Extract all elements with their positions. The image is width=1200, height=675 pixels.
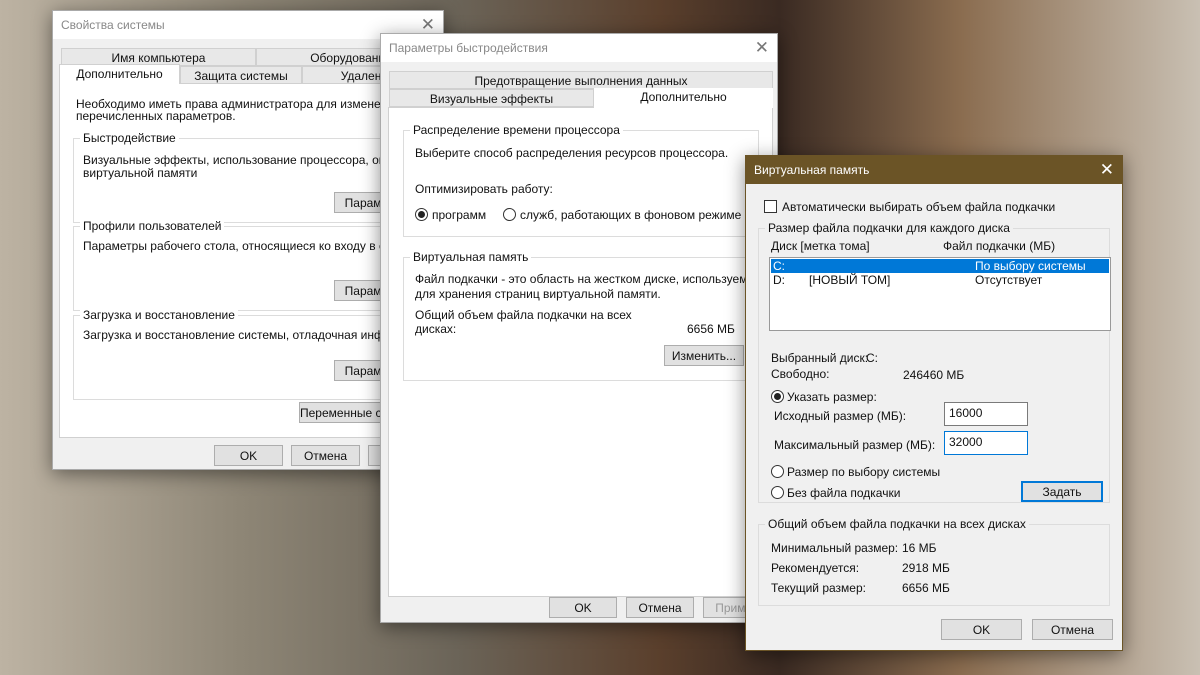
tab-advanced[interactable]: Дополнительно: [59, 64, 180, 84]
cpu-group: Распределение времени процессора Выберит…: [403, 123, 759, 237]
virtual-memory-group: Виртуальная память Файл подкачки - это о…: [403, 250, 773, 381]
max-size-input[interactable]: 32000: [944, 431, 1028, 455]
window-title: Свойства системы: [61, 18, 165, 32]
close-icon[interactable]: ✕: [1100, 160, 1114, 180]
group-text: Параметры рабочего стола, относящиеся ко…: [83, 239, 425, 253]
group-legend: Виртуальная память: [410, 250, 532, 264]
column-pagefile: Файл подкачки (МБ): [943, 239, 1056, 253]
admin-note-2: перечисленных параметров.: [76, 109, 236, 123]
group-legend: Размер файла подкачки для каждого диска: [765, 221, 1013, 235]
drive-letter: C:: [773, 259, 785, 273]
window-title: Виртуальная память: [754, 163, 870, 177]
initial-size-input[interactable]: 16000: [944, 402, 1028, 426]
drive-pagefile: По выбору системы: [975, 259, 1086, 273]
drive-size-group: Размер файла подкачки для каждого диска …: [758, 221, 1111, 503]
vm-total-label: Общий объем файла подкачки на всех: [415, 308, 632, 322]
system-size-label: Размер по выбору системы: [787, 465, 941, 479]
tab-system-protection[interactable]: Защита системы: [180, 66, 302, 84]
close-icon[interactable]: ✕: [755, 38, 769, 58]
cancel-button[interactable]: Отмена: [1032, 619, 1113, 640]
recommended-value: 2918 МБ: [902, 561, 950, 575]
group-text: Загрузка и восстановление системы, отлад…: [83, 328, 426, 342]
ok-button[interactable]: OK: [214, 445, 283, 466]
window-title: Параметры быстродействия: [389, 41, 548, 55]
environment-variables-button[interactable]: Переменные ср: [299, 402, 389, 423]
drive-list[interactable]: C: По выбору системы D: [НОВЫЙ ТОМ] Отсу…: [769, 257, 1111, 331]
vm-total-label-2: дисках:: [415, 322, 457, 336]
tab-advanced[interactable]: Дополнительно: [594, 88, 773, 108]
ok-button[interactable]: OK: [549, 597, 617, 618]
drive-label: [НОВЫЙ ТОМ]: [809, 273, 891, 287]
auto-label: Автоматически выбирать объем файла подка…: [782, 200, 1056, 214]
programs-radio[interactable]: [415, 208, 428, 221]
vm-text-2: для хранения страниц виртуальной памяти.: [415, 287, 661, 301]
auto-checkbox[interactable]: [764, 200, 777, 213]
ok-button[interactable]: OK: [941, 619, 1022, 640]
no-pagefile-radio[interactable]: [771, 486, 784, 499]
title-bar: Параметры быстродействия ✕: [381, 34, 777, 62]
recommended-label: Рекомендуется:: [771, 561, 860, 575]
group-legend: Быстродействие: [80, 131, 179, 145]
group-legend: Загрузка и восстановление: [80, 308, 238, 322]
group-text: Визуальные эффекты, использование процес…: [83, 153, 424, 167]
group-legend: Общий объем файла подкачки на всех диска…: [765, 517, 1029, 531]
custom-size-label: Указать размер:: [787, 390, 877, 404]
close-icon[interactable]: ✕: [421, 15, 435, 35]
drive-pagefile: Отсутствует: [975, 273, 1043, 287]
selected-label: Выбранный диск:: [771, 351, 869, 365]
initial-size-label: Исходный размер (МБ):: [774, 409, 907, 423]
free-label: Свободно:: [771, 367, 830, 381]
vm-total-value: 6656 МБ: [687, 322, 735, 336]
performance-options-window: Параметры быстродействия ✕ Предотвращение…: [380, 33, 778, 623]
drive-letter: D:: [773, 273, 785, 287]
column-disk: Диск [метка тома]: [771, 239, 870, 253]
cpu-text: Выберите способ распределения ресурсов п…: [415, 146, 729, 160]
virtual-memory-window: Виртуальная память ✕ Автоматически выбира…: [745, 155, 1123, 651]
current-label: Текущий размер:: [771, 581, 866, 595]
drive-row[interactable]: D: [НОВЫЙ ТОМ] Отсутствует: [771, 273, 1109, 287]
min-value: 16 МБ: [902, 541, 937, 555]
total-group: Общий объем файла подкачки на всех диска…: [758, 517, 1110, 606]
set-button[interactable]: Задать: [1021, 481, 1103, 502]
drive-row[interactable]: C: По выбору системы: [771, 259, 1109, 273]
system-size-radio[interactable]: [771, 465, 784, 478]
services-radio[interactable]: [503, 208, 516, 221]
cancel-button[interactable]: Отмена: [626, 597, 694, 618]
free-value: 246460 МБ: [903, 368, 965, 382]
programs-label: программ: [432, 208, 487, 222]
group-legend: Профили пользователей: [80, 219, 225, 233]
group-text-2: виртуальной памяти: [83, 166, 198, 180]
tab-visual-effects[interactable]: Визуальные эффекты: [389, 89, 594, 107]
no-pagefile-label: Без файла подкачки: [787, 486, 901, 500]
cancel-button[interactable]: Отмена: [291, 445, 360, 466]
tab-dep[interactable]: Предотвращение выполнения данных: [389, 71, 773, 89]
vm-text: Файл подкачки - это область на жестком д…: [415, 272, 761, 286]
current-value: 6656 МБ: [902, 581, 950, 595]
custom-size-radio[interactable]: [771, 390, 784, 403]
max-size-label: Максимальный размер (МБ):: [774, 438, 936, 452]
services-label: служб, работающих в фоновом режиме: [520, 208, 742, 222]
selected-value: C:: [866, 351, 878, 365]
title-bar: Виртуальная память ✕: [746, 156, 1122, 184]
optimize-label: Оптимизировать работу:: [415, 182, 553, 196]
group-legend: Распределение времени процессора: [410, 123, 623, 137]
min-label: Минимальный размер:: [771, 541, 899, 555]
change-button[interactable]: Изменить...: [664, 345, 744, 366]
